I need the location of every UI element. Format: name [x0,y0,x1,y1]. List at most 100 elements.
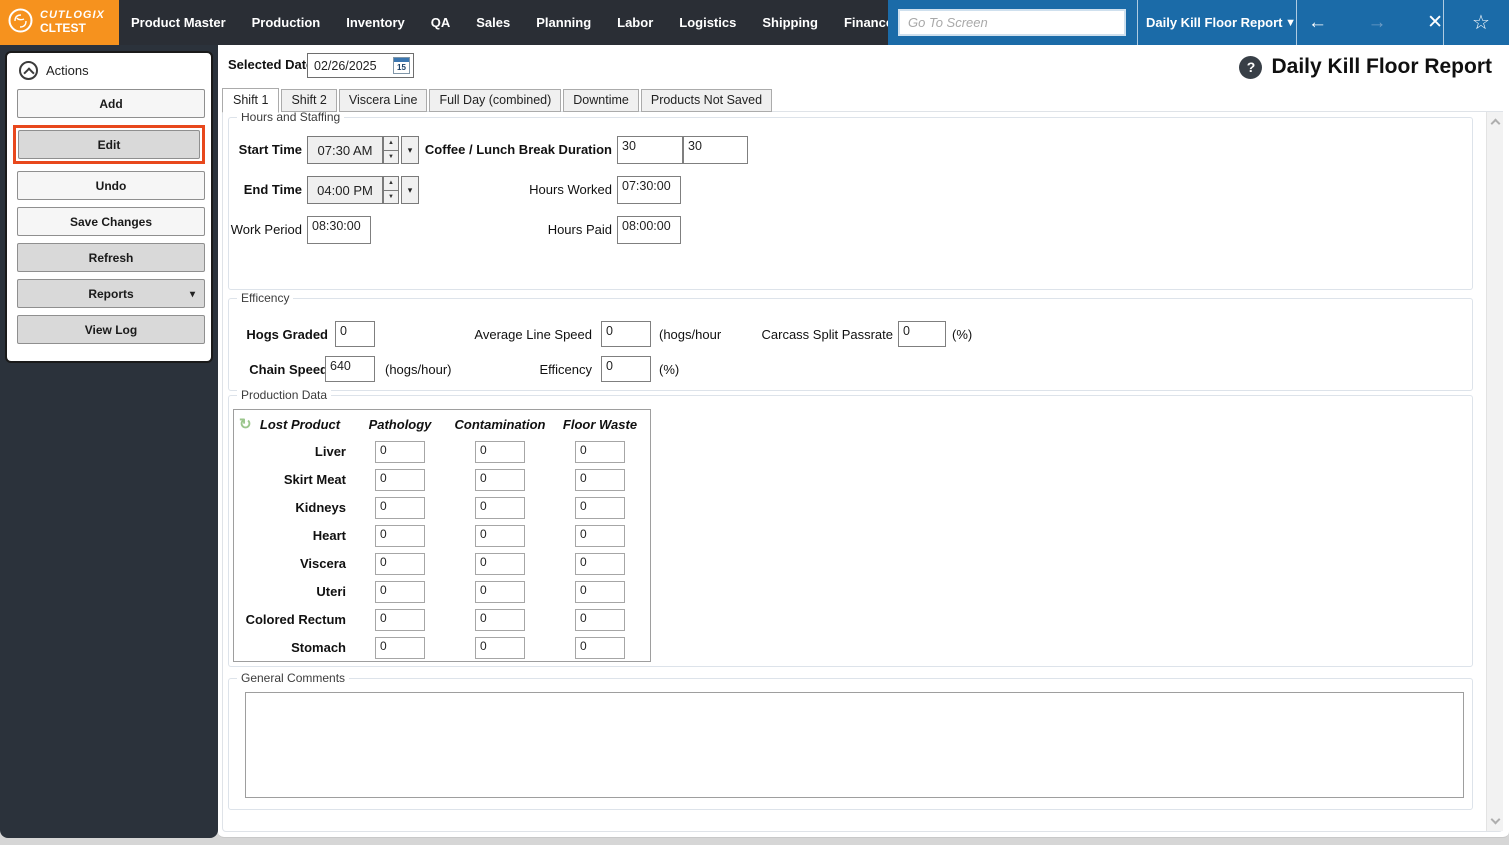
edit-button[interactable]: Edit [18,130,200,159]
add-button[interactable]: Add [17,89,205,118]
skirt-meat-floor-waste-field[interactable]: 0 [575,469,625,491]
reports-label: Reports [88,287,133,301]
coffee-break-field[interactable]: 30 [617,136,683,164]
save-changes-button[interactable]: Save Changes [17,207,205,236]
scroll-up-icon[interactable] [1491,119,1501,129]
menu-finance[interactable]: Finance [844,15,893,30]
menu-planning[interactable]: Planning [536,15,591,30]
liver-pathology-field[interactable]: 0 [375,441,425,463]
date-value[interactable]: 02/26/2025 [308,59,393,73]
work-period-field[interactable]: 08:30:00 [307,216,371,244]
row-label-liver: Liver [233,444,346,459]
refresh-button[interactable]: Refresh [17,243,205,272]
spin-up-icon[interactable]: ▲ [383,176,399,191]
lunch-break-field[interactable]: 30 [683,136,748,164]
tab-shift-2[interactable]: Shift 2 [281,89,336,112]
hours-paid-field[interactable]: 08:00:00 [617,216,681,244]
view-log-button[interactable]: View Log [17,315,205,344]
chain-speed-field[interactable]: 640 [325,356,375,382]
hours-worked-field[interactable]: 07:30:00 [617,176,681,204]
menu-production[interactable]: Production [252,15,321,30]
tab-viscera-line[interactable]: Viscera Line [339,89,428,112]
liver-contamination-field[interactable]: 0 [475,441,525,463]
reports-dropdown-button[interactable]: Reports ▾ [17,279,205,308]
work-period-label: Work Period [180,222,302,237]
tab-products-not-saved[interactable]: Products Not Saved [641,89,772,112]
divider [1296,0,1297,45]
menu-logistics[interactable]: Logistics [679,15,736,30]
skirt-meat-contamination-field[interactable]: 0 [475,469,525,491]
col-header-pathology: Pathology [350,417,450,432]
avg-line-speed-label: Average Line Speed [460,327,592,342]
calendar-icon[interactable]: 15 [393,57,410,74]
spin-up-icon[interactable]: ▲ [383,136,399,151]
col-header-floor-waste: Floor Waste [550,417,650,432]
row-label-stomach: Stomach [233,640,346,655]
date-picker[interactable]: 02/26/2025 15 [307,53,414,78]
carcass-split-passrate-field[interactable]: 0 [898,321,946,347]
stomach-floor-waste-field[interactable]: 0 [575,637,625,659]
menu-sales[interactable]: Sales [476,15,510,30]
chain-speed-unit: (hogs/hour) [385,362,451,377]
general-comments-textarea[interactable] [245,692,1464,798]
heart-floor-waste-field[interactable]: 0 [575,525,625,547]
tab-shift-1[interactable]: Shift 1 [222,88,279,113]
kidneys-contamination-field[interactable]: 0 [475,497,525,519]
colored-rectum-pathology-field[interactable]: 0 [375,609,425,631]
help-icon[interactable]: ? [1239,56,1262,79]
menu-shipping[interactable]: Shipping [762,15,818,30]
row-label-heart: Heart [233,528,346,543]
scroll-down-icon[interactable] [1491,815,1501,825]
collapse-panel-icon[interactable] [19,61,38,80]
skirt-meat-pathology-field[interactable]: 0 [375,469,425,491]
hours-paid-label: Hours Paid [480,222,612,237]
close-icon[interactable]: ✕ [1427,13,1443,32]
kidneys-pathology-field[interactable]: 0 [375,497,425,519]
uteri-floor-waste-field[interactable]: 0 [575,581,625,603]
menu-product-master[interactable]: Product Master [131,15,226,30]
start-time-field[interactable]: 07:30 AM [307,136,383,164]
row-label-viscera: Viscera [233,556,346,571]
viscera-floor-waste-field[interactable]: 0 [575,553,625,575]
stomach-pathology-field[interactable]: 0 [375,637,425,659]
go-to-screen-input[interactable] [898,9,1126,36]
end-time-field[interactable]: 04:00 PM [307,176,383,204]
undo-button[interactable]: Undo [17,171,205,200]
hogs-graded-field[interactable]: 0 [335,321,375,347]
colored-rectum-floor-waste-field[interactable]: 0 [575,609,625,631]
general-comments-group-label: General Comments [237,671,349,685]
efficency-field[interactable]: 0 [601,356,651,382]
forward-arrow-icon[interactable]: → [1368,13,1387,32]
favorite-star-icon[interactable]: ☆ [1453,0,1509,45]
back-arrow-icon[interactable]: ← [1308,13,1327,32]
viscera-contamination-field[interactable]: 0 [475,553,525,575]
menu-qa[interactable]: QA [431,15,451,30]
tab-downtime[interactable]: Downtime [563,89,639,112]
heart-contamination-field[interactable]: 0 [475,525,525,547]
end-time-label: End Time [180,182,302,197]
divider [1137,0,1138,45]
viscera-pathology-field[interactable]: 0 [375,553,425,575]
vertical-scrollbar[interactable] [1486,112,1503,831]
uteri-contamination-field[interactable]: 0 [475,581,525,603]
start-time-dropdown-icon[interactable]: ▾ [401,136,419,164]
end-time-spinner: ▲ ▼ [383,176,399,204]
actions-panel: Actions Add Edit Undo Save Changes Refre… [5,51,213,363]
chain-speed-label: Chain Speed [230,362,328,377]
menu-inventory[interactable]: Inventory [346,15,405,30]
avg-line-speed-field[interactable]: 0 [601,321,651,347]
spin-down-icon[interactable]: ▼ [383,191,399,205]
colored-rectum-contamination-field[interactable]: 0 [475,609,525,631]
uteri-pathology-field[interactable]: 0 [375,581,425,603]
actions-panel-title: Actions [46,63,89,78]
tab-full-day-combined[interactable]: Full Day (combined) [429,89,561,112]
stomach-contamination-field[interactable]: 0 [475,637,525,659]
heart-pathology-field[interactable]: 0 [375,525,425,547]
kidneys-floor-waste-field[interactable]: 0 [575,497,625,519]
spin-down-icon[interactable]: ▼ [383,151,399,165]
end-time-dropdown-icon[interactable]: ▾ [401,176,419,204]
menu-labor[interactable]: Labor [617,15,653,30]
liver-floor-waste-field[interactable]: 0 [575,441,625,463]
screen-selector-dropdown[interactable]: Daily Kill Floor Report ▼ [1146,0,1296,45]
efficency-unit: (%) [659,362,679,377]
